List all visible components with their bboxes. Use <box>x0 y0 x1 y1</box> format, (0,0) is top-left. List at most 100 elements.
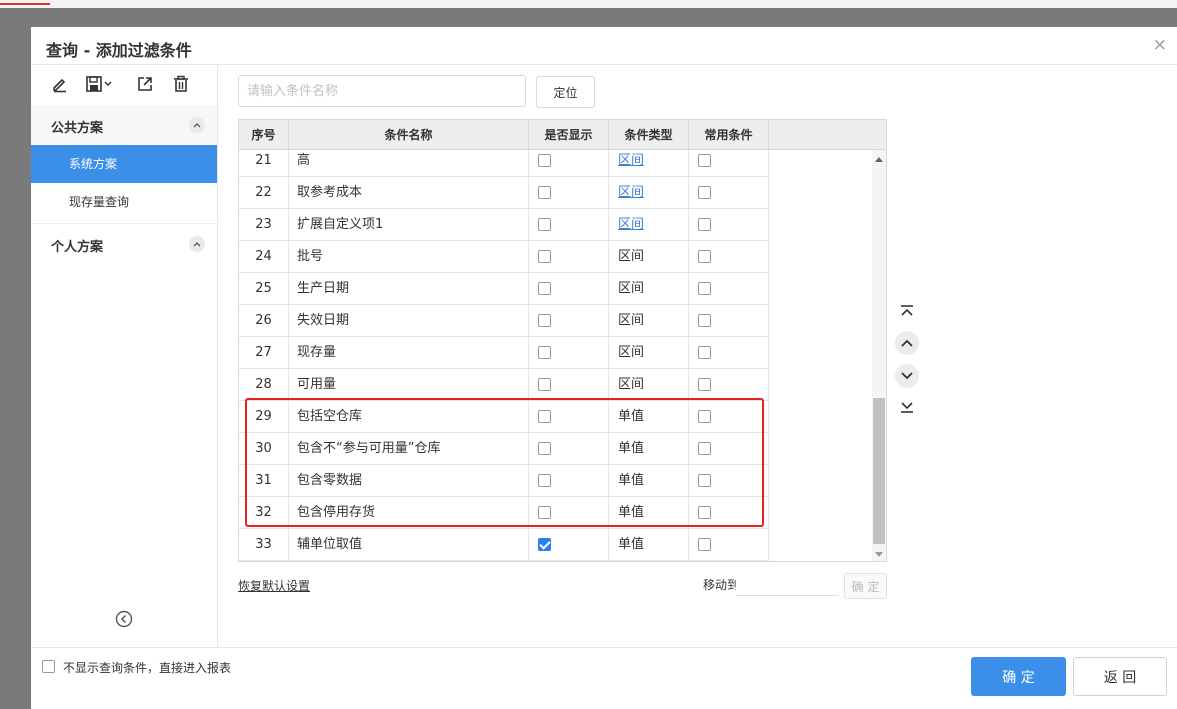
table-row[interactable]: 29 包括空仓库 单值 <box>239 401 769 433</box>
back-button[interactable]: 返 回 <box>1073 657 1167 696</box>
personal-scheme-group-label: 个人方案 <box>51 240 104 255</box>
condition-name: 辅单位取值 <box>289 529 529 561</box>
common-checkbox[interactable] <box>698 282 711 295</box>
table-scrollbar[interactable] <box>872 150 886 561</box>
common-checkbox[interactable] <box>698 442 711 455</box>
condition-type[interactable]: 区间 <box>618 217 644 232</box>
delete-icon[interactable] <box>170 73 192 95</box>
common-checkbox[interactable] <box>698 314 711 327</box>
common-checkbox[interactable] <box>698 506 711 519</box>
move-up-icon[interactable] <box>895 331 919 355</box>
public-scheme-group-header[interactable]: 公共方案 <box>31 105 217 145</box>
personal-scheme-group-header[interactable]: 个人方案 <box>31 223 217 263</box>
scheme-item-stock-query[interactable]: 现存量查询 <box>31 183 217 221</box>
skip-query-checkbox[interactable] <box>42 660 55 673</box>
ok-button[interactable]: 确 定 <box>971 657 1066 696</box>
condition-name: 现存量 <box>289 337 529 369</box>
common-checkbox[interactable] <box>698 346 711 359</box>
table-row[interactable]: 25 生产日期 区间 <box>239 273 769 305</box>
export-icon[interactable] <box>134 73 156 95</box>
condition-type-cell: 区间 <box>609 337 689 369</box>
active-tab-indicator <box>0 3 50 5</box>
scheme-item-system[interactable]: 系统方案 <box>31 145 217 183</box>
chevron-up-icon[interactable] <box>189 117 205 133</box>
condition-name-search-input[interactable] <box>238 75 526 107</box>
table-row[interactable]: 23 扩展自定义项1 区间 <box>239 209 769 241</box>
shown-cell <box>529 529 609 561</box>
scroll-up-arrow[interactable] <box>875 157 883 162</box>
common-checkbox[interactable] <box>698 250 711 263</box>
restore-defaults-link[interactable]: 恢复默认设置 <box>238 577 310 594</box>
common-checkbox[interactable] <box>698 218 711 231</box>
shown-checkbox[interactable] <box>538 442 551 455</box>
table-row[interactable]: 33 辅单位取值 单值 <box>239 529 769 561</box>
shown-checkbox[interactable] <box>538 474 551 487</box>
move-to-top-icon[interactable] <box>895 299 919 323</box>
condition-type: 单值 <box>618 409 645 424</box>
shown-checkbox[interactable] <box>538 250 551 263</box>
condition-type-cell: 单值 <box>609 529 689 561</box>
table-row[interactable]: 27 现存量 区间 <box>239 337 769 369</box>
shown-checkbox[interactable] <box>538 218 551 231</box>
shown-checkbox[interactable] <box>538 346 551 359</box>
shown-checkbox[interactable] <box>538 506 551 519</box>
move-to-bottom-icon[interactable] <box>895 395 919 419</box>
table-row[interactable]: 32 包含停用存货 单值 <box>239 497 769 529</box>
shown-cell <box>529 273 609 305</box>
shown-cell <box>529 369 609 401</box>
move-to-confirm-button[interactable]: 确 定 <box>844 573 887 599</box>
table-row[interactable]: 30 包含不“参与可用量”仓库 单值 <box>239 433 769 465</box>
shown-checkbox[interactable] <box>538 378 551 391</box>
table-row[interactable]: 31 包含零数据 单值 <box>239 465 769 497</box>
header-condition-type: 条件类型 <box>609 120 689 150</box>
shown-checkbox[interactable] <box>538 186 551 199</box>
chevron-up-icon[interactable] <box>189 236 205 252</box>
common-checkbox[interactable] <box>698 154 711 167</box>
table-row[interactable]: 21 高 区间 <box>239 150 769 177</box>
condition-name: 生产日期 <box>289 273 529 305</box>
shown-checkbox[interactable] <box>538 538 551 551</box>
table-row[interactable]: 22 取参考成本 区间 <box>239 177 769 209</box>
locate-button[interactable]: 定位 <box>536 76 595 108</box>
common-cell <box>689 497 769 529</box>
condition-type-cell[interactable]: 区间 <box>609 177 689 209</box>
shown-cell <box>529 337 609 369</box>
common-checkbox[interactable] <box>698 378 711 391</box>
table-row[interactable]: 24 批号 区间 <box>239 241 769 273</box>
save-icon[interactable] <box>84 73 116 95</box>
row-number: 25 <box>239 273 289 305</box>
shown-checkbox[interactable] <box>538 282 551 295</box>
common-cell <box>689 305 769 337</box>
condition-type[interactable]: 区间 <box>618 153 644 168</box>
move-to-input[interactable] <box>736 572 839 596</box>
collapse-panel-icon[interactable] <box>115 610 133 628</box>
common-cell <box>689 273 769 305</box>
close-icon[interactable]: × <box>1153 35 1167 55</box>
common-checkbox[interactable] <box>698 474 711 487</box>
condition-type[interactable]: 区间 <box>618 185 644 200</box>
edit-icon[interactable] <box>49 73 71 95</box>
shown-cell <box>529 209 609 241</box>
header-common: 常用条件 <box>689 120 769 150</box>
condition-type: 区间 <box>618 377 645 392</box>
scroll-down-arrow[interactable] <box>875 552 883 557</box>
condition-type-cell[interactable]: 区间 <box>609 150 689 177</box>
table-row[interactable]: 26 失效日期 区间 <box>239 305 769 337</box>
row-number: 33 <box>239 529 289 561</box>
shown-checkbox[interactable] <box>538 314 551 327</box>
scroll-thumb[interactable] <box>873 398 885 544</box>
condition-type-cell: 区间 <box>609 273 689 305</box>
move-down-icon[interactable] <box>895 364 919 388</box>
condition-type-cell[interactable]: 区间 <box>609 209 689 241</box>
table-row[interactable]: 28 可用量 区间 <box>239 369 769 401</box>
condition-type-cell: 区间 <box>609 241 689 273</box>
condition-type: 区间 <box>618 281 645 296</box>
shown-checkbox[interactable] <box>538 410 551 423</box>
shown-checkbox[interactable] <box>538 154 551 167</box>
common-checkbox[interactable] <box>698 410 711 423</box>
row-number: 31 <box>239 465 289 497</box>
common-checkbox[interactable] <box>698 538 711 551</box>
header-condition-name: 条件名称 <box>289 120 529 150</box>
common-checkbox[interactable] <box>698 186 711 199</box>
common-cell <box>689 465 769 497</box>
